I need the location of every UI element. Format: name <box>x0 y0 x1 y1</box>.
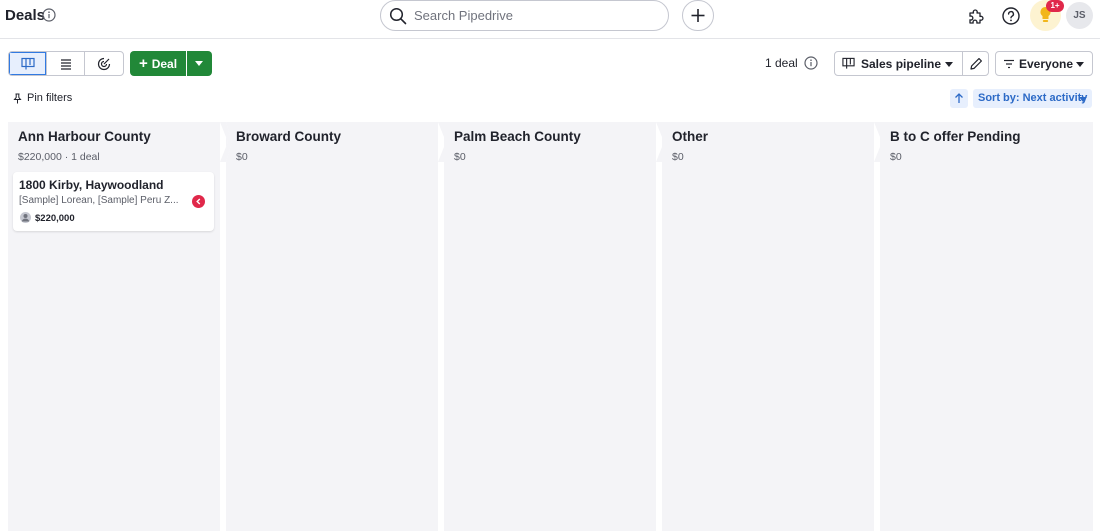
deal-title: 1800 Kirby, Haywoodland <box>19 178 164 192</box>
pipeline-icon <box>842 57 855 69</box>
stage-name: Ann Harbour County <box>18 129 151 144</box>
stage-name: Other <box>672 129 709 144</box>
info-icon[interactable] <box>42 8 56 22</box>
pipeline-label: Sales pipeline <box>861 57 942 71</box>
pipeline-icon <box>21 57 35 70</box>
stage-summary: $220,000 · 1 deal <box>18 151 100 163</box>
pin-filters-label: Pin filters <box>27 92 73 104</box>
stage-summary: $0 <box>454 151 466 163</box>
list-icon <box>61 59 71 70</box>
stage-summary: $0 <box>672 151 684 163</box>
forecast-view-button[interactable] <box>85 52 123 75</box>
avatar[interactable]: JS <box>1066 2 1093 29</box>
activity-status-indicator[interactable] <box>192 195 205 208</box>
stage-separator <box>656 122 668 162</box>
notification-badge: 1+ <box>1046 0 1064 12</box>
filter-icon <box>1004 59 1014 69</box>
sort-by-label: Sort by: Next activity <box>978 92 1088 104</box>
stage-summary: $0 <box>236 151 248 163</box>
person-icon <box>20 212 31 223</box>
forecast-icon <box>97 57 111 71</box>
quick-add-button[interactable] <box>682 0 714 31</box>
stage-column: Ann Harbour County $220,000 · 1 deal 180… <box>8 122 220 531</box>
chevron-down-icon <box>1076 62 1084 67</box>
add-deal-button[interactable]: + Deal <box>130 51 186 76</box>
owner-filter-select[interactable]: Everyone <box>995 51 1093 76</box>
stage-separator <box>874 122 886 162</box>
stage-name: B to C offer Pending <box>890 129 1021 144</box>
deal-count: 1 deal <box>765 56 798 70</box>
info-icon[interactable] <box>804 56 818 70</box>
stage-name: Palm Beach County <box>454 129 581 144</box>
plus-icon: + <box>138 54 148 72</box>
search-input[interactable]: Search Pipedrive <box>380 0 669 31</box>
search-icon <box>389 7 407 25</box>
edit-pipeline-button[interactable] <box>962 51 989 76</box>
page-title: Deals <box>5 7 46 24</box>
view-switcher <box>8 51 124 76</box>
stage-summary: $0 <box>890 151 902 163</box>
chevron-down-icon <box>1079 97 1087 102</box>
top-bar: Deals Search Pipedrive 1+ JS <box>0 0 1100 39</box>
stage-separator <box>438 122 450 162</box>
help-icon[interactable] <box>999 4 1023 28</box>
pin-filters-button[interactable]: Pin filters <box>12 92 72 104</box>
add-deal-label: Deal <box>151 56 178 71</box>
pencil-icon <box>970 58 982 70</box>
stage-column: Palm Beach County $0 <box>444 122 656 531</box>
deal-value: $220,000 <box>35 213 75 224</box>
stage-column: Other $0 <box>662 122 874 531</box>
sort-by-select[interactable]: Sort by: Next activity <box>973 89 1092 108</box>
sort-direction-button[interactable] <box>950 89 968 108</box>
arrow-up-icon <box>955 93 963 103</box>
stage-column: Broward County $0 <box>226 122 438 531</box>
pipeline-select[interactable]: Sales pipeline <box>834 51 963 76</box>
chevron-down-icon <box>945 62 953 67</box>
chevron-left-icon <box>196 198 201 205</box>
pin-icon <box>13 93 22 103</box>
deal-people: [Sample] Lorean, [Sample] Peru Z... <box>19 195 179 206</box>
stage-column: B to C offer Pending $0 <box>880 122 1093 531</box>
plus-icon <box>691 9 705 22</box>
list-view-button[interactable] <box>47 52 85 75</box>
owner-filter-label: Everyone <box>1019 57 1074 71</box>
search-placeholder: Search Pipedrive <box>414 8 513 23</box>
pipeline-board: Ann Harbour County $220,000 · 1 deal 180… <box>8 122 1093 531</box>
add-deal-dropdown[interactable] <box>187 51 212 76</box>
puzzle-icon[interactable] <box>965 4 989 28</box>
stage-name: Broward County <box>236 129 342 144</box>
pipeline-view-button[interactable] <box>9 52 47 75</box>
deal-card[interactable]: 1800 Kirby, Haywoodland [Sample] Lorean,… <box>13 172 214 231</box>
stage-separator <box>214 122 232 531</box>
